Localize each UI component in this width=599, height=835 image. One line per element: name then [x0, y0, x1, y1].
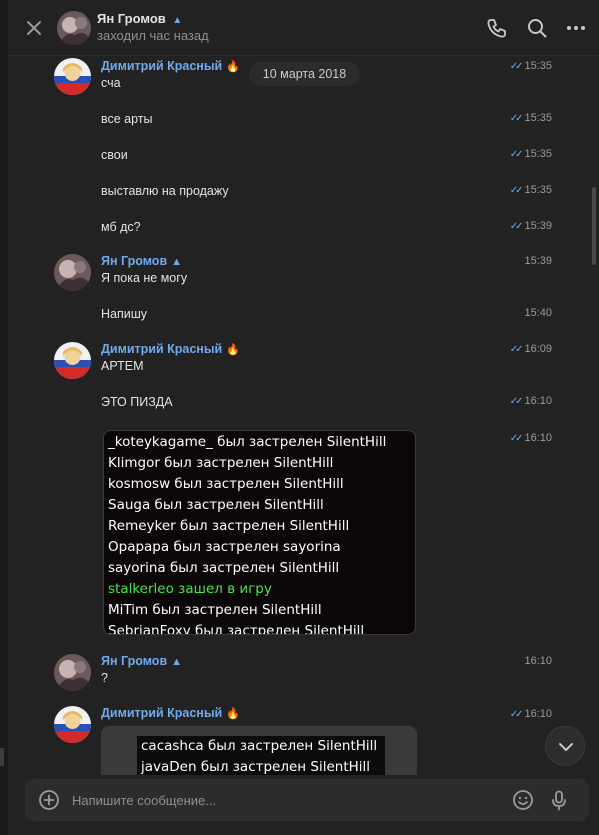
image-attachment[interactable]: cacashca был застрелен SilentHill javaDe… — [101, 726, 417, 775]
attach-plus-icon[interactable] — [38, 789, 60, 811]
log-line: Opapapa был застрелен sayorina — [108, 539, 341, 555]
log-line: javaDen был застрелен SilentHill — [141, 759, 371, 775]
double-check-icon: ✓✓ — [509, 185, 524, 196]
message-author[interactable]: Димитрий Красный 🔥 — [101, 342, 240, 356]
avatar[interactable] — [54, 706, 91, 743]
message-time: ✓✓ 16:10 — [509, 432, 552, 444]
double-check-icon: ✓✓ — [509, 61, 524, 72]
double-check-icon: ✓✓ — [509, 221, 524, 232]
left-edge-strip — [0, 0, 8, 835]
contact-name-text: Ян Громов — [97, 11, 166, 26]
message-time: ✓✓ 15:35 — [509, 112, 552, 124]
double-check-icon: ✓✓ — [509, 433, 524, 444]
double-check-icon: ✓✓ — [509, 149, 524, 160]
log-line: MiTim был застрелен SilentHill — [108, 602, 322, 618]
message-text: АРТЕМ — [101, 359, 144, 373]
chevron-down-icon — [559, 743, 573, 751]
log-line: stalkerleo зашел в игру — [108, 581, 272, 597]
chat-header: Ян Громов ▲ заходил час назад — [8, 0, 599, 56]
log-line: Klimgor был застрелен SilentHill — [108, 455, 334, 471]
message-author[interactable]: Димитрий Красный 🔥 — [101, 59, 240, 73]
message-author[interactable]: Ян Громов ▲ — [101, 254, 182, 268]
message-time: ✓✓ 15:39 — [509, 220, 552, 232]
scroll-down-button[interactable] — [545, 726, 585, 766]
side-tab[interactable] — [0, 748, 4, 766]
rocket-icon: ▲ — [172, 15, 183, 26]
message-text: ЭТО ПИЗДА — [101, 395, 173, 409]
author-name: Димитрий Красный — [101, 706, 223, 720]
message-time: ✓✓ 15:35 — [509, 60, 552, 72]
log-line: Sauga был застрелен SilentHill — [108, 497, 324, 513]
message-time: 15:39 — [524, 255, 552, 267]
log-line: _koteykagame_ был застрелен SilentHill — [108, 434, 387, 450]
avatar[interactable] — [54, 654, 91, 691]
message-time: 16:10 — [524, 655, 552, 667]
avatar[interactable] — [54, 58, 91, 95]
message-text: все арты — [101, 112, 153, 126]
composer — [8, 775, 599, 835]
message-text: мб дс? — [101, 220, 141, 234]
message-time: ✓✓ 16:10 — [509, 395, 552, 407]
double-check-icon: ✓✓ — [509, 396, 524, 407]
microphone-icon[interactable] — [548, 789, 570, 811]
flame-icon: 🔥 — [226, 61, 240, 73]
flame-icon: 🔥 — [226, 344, 240, 356]
message-time: ✓✓ 16:10 — [509, 708, 552, 720]
log-line: SebrianFoxy был застрелен SilentHill — [108, 623, 365, 635]
image-attachment[interactable]: _koteykagame_ был застрелен SilentHill K… — [103, 430, 416, 635]
message-input[interactable] — [72, 779, 492, 821]
contact-avatar[interactable] — [57, 11, 91, 45]
message-author[interactable]: Димитрий Красный 🔥 — [101, 706, 240, 720]
flame-icon: 🔥 — [226, 708, 240, 720]
message-text: сча — [101, 76, 121, 90]
contact-name[interactable]: Ян Громов ▲ — [97, 11, 182, 26]
message-input-box[interactable] — [25, 779, 589, 821]
rocket-icon: ▲ — [171, 256, 183, 268]
message-author[interactable]: Ян Громов ▲ — [101, 654, 182, 668]
double-check-icon: ✓✓ — [509, 113, 524, 124]
author-name: Димитрий Красный — [101, 342, 223, 356]
log-line: Remeyker был застрелен SilentHill — [108, 518, 350, 534]
date-separator: 10 марта 2018 — [249, 62, 360, 86]
message-time: 15:40 — [524, 307, 552, 319]
message-time: ✓✓ 15:35 — [509, 184, 552, 196]
log-line: sayorina был застрелен SilentHill — [108, 560, 340, 576]
close-icon[interactable] — [22, 16, 46, 40]
scrollbar[interactable] — [592, 187, 596, 265]
emoji-icon[interactable] — [512, 789, 534, 811]
double-check-icon: ✓✓ — [509, 709, 524, 720]
game-log-screenshot: cacashca был застрелен SilentHill javaDe… — [137, 736, 385, 775]
author-name: Ян Громов — [101, 254, 168, 268]
author-name: Димитрий Красный — [101, 59, 223, 73]
contact-status: заходил час назад — [97, 28, 209, 43]
avatar[interactable] — [54, 342, 91, 379]
rocket-icon: ▲ — [171, 656, 183, 668]
message-feed[interactable]: Димитрий Красный 🔥 сча ✓✓ 15:35 все арты ✓… — [8, 57, 599, 775]
more-icon[interactable] — [564, 16, 588, 40]
game-log-screenshot: _koteykagame_ был застрелен SilentHill K… — [104, 431, 415, 635]
message-text: Я пока не могу — [101, 271, 188, 285]
log-line: cacashca был застрелен SilentHill — [141, 738, 378, 754]
message-text: ? — [101, 671, 108, 685]
phone-icon[interactable] — [485, 16, 509, 40]
message-text: Напишу — [101, 307, 148, 321]
double-check-icon: ✓✓ — [509, 344, 524, 355]
author-name: Ян Громов — [101, 654, 168, 668]
message-text: выставлю на продажу — [101, 184, 229, 198]
message-text: свои — [101, 148, 128, 162]
avatar[interactable] — [54, 254, 91, 291]
message-time: ✓✓ 15:35 — [509, 148, 552, 160]
log-line: kosmosw был застрелен SilentHill — [108, 476, 344, 492]
search-icon[interactable] — [525, 16, 549, 40]
message-time: ✓✓ 16:09 — [509, 343, 552, 355]
